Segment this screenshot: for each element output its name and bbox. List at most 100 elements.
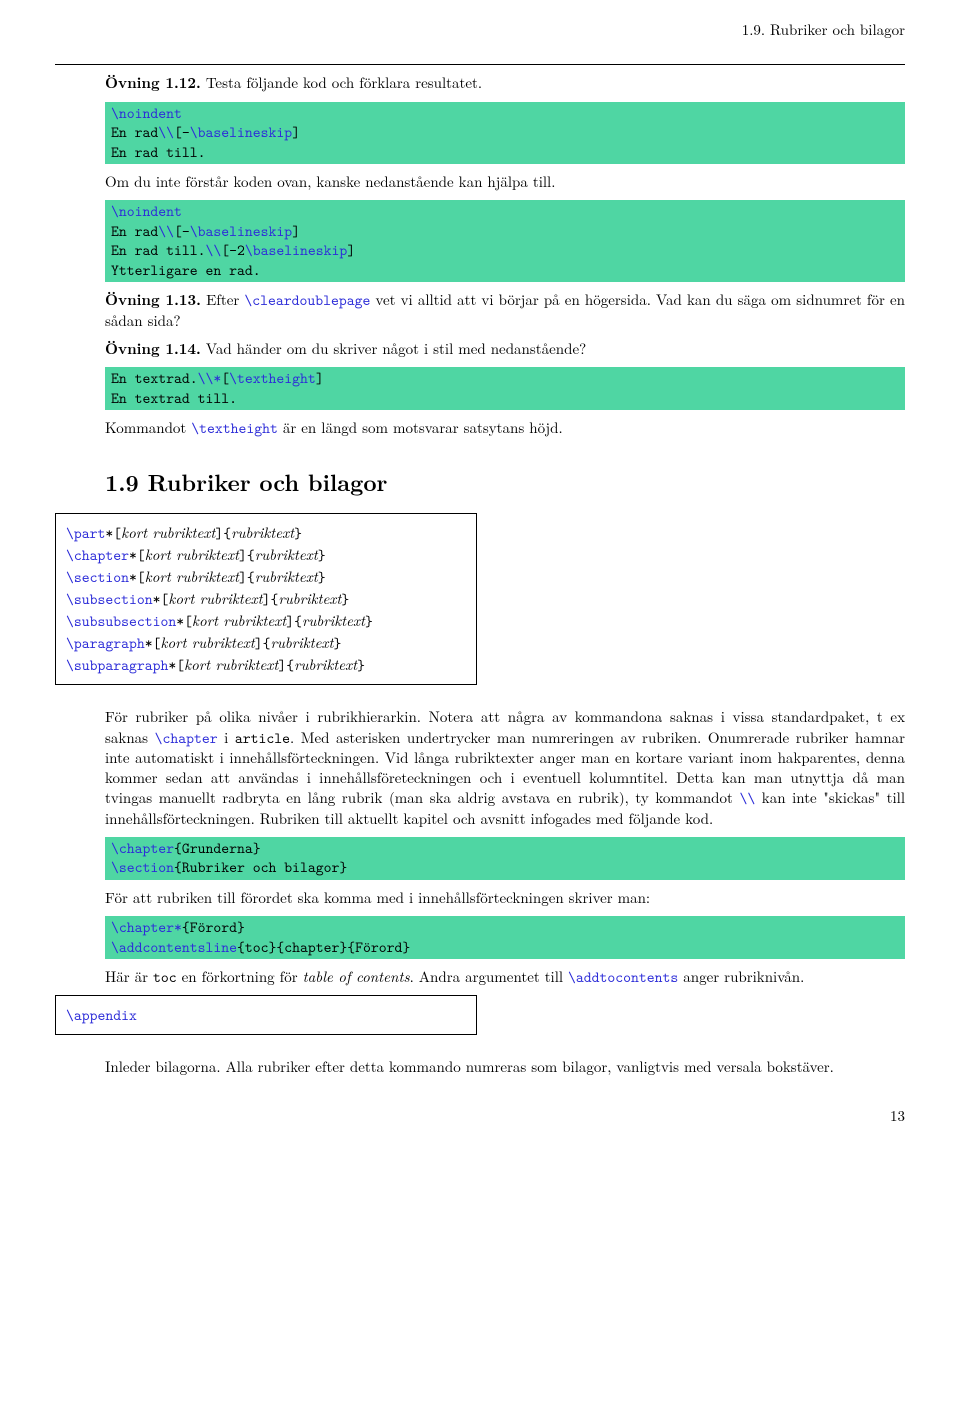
italic: table of contents	[303, 966, 410, 987]
text: Här är	[105, 966, 153, 987]
code-block-5: \chapter*{Förord} \addcontentsline{toc}{…	[105, 916, 905, 959]
cmd: \textheight	[191, 418, 278, 438]
star: *	[153, 589, 161, 609]
bracket: [	[176, 655, 184, 675]
star: *	[129, 567, 137, 587]
cmd: \baselineskip	[190, 221, 292, 241]
brace: }	[318, 545, 326, 565]
code-block-4: \chapter{Grunderna} \section{Rubriker oc…	[105, 837, 905, 880]
text: en förkortning för	[177, 966, 303, 987]
bracket: ]	[239, 545, 247, 565]
opt-arg: kort rubriktext	[145, 544, 239, 565]
tt: article	[235, 728, 290, 748]
exercise-1-13: Övning 1.13. Efter \cleardoublepage vet …	[105, 290, 905, 331]
opt-arg: kort rubriktext	[145, 566, 239, 587]
arg: rubriktext	[302, 610, 365, 631]
code-text: ]	[292, 122, 300, 142]
cmd: \\	[206, 240, 222, 260]
cmd: \\	[158, 221, 174, 241]
cmd: \textheight	[229, 368, 316, 388]
cmd: \chapter	[111, 838, 174, 858]
bracket: ]	[255, 633, 263, 653]
star: *	[176, 611, 184, 631]
cmd: \noindent	[111, 201, 182, 221]
paragraph: För rubriker på olika nivåer i rubrikhie…	[105, 707, 905, 829]
code-text: Ytterligare en rad.	[111, 260, 261, 280]
paragraph: Här är toc en förkortning för table of c…	[105, 967, 905, 987]
syntax-row: \subsubsection*[kort rubriktext]{rubrikt…	[66, 610, 466, 632]
paragraph: Inleder bilagorna. Alla rubriker efter d…	[105, 1057, 905, 1077]
code-block-2: \noindent En rad\\[-\baselineskip] En ra…	[105, 200, 905, 282]
exercise-label: Övning 1.14.	[105, 338, 201, 359]
opt-arg: kort rubriktext	[168, 588, 262, 609]
brace: {	[247, 567, 255, 587]
text: anger rubriknivån.	[678, 966, 804, 987]
syntax-row: \chapter*[kort rubriktext]{rubriktext}	[66, 544, 466, 566]
cmd: \addtocontents	[568, 967, 678, 987]
cmd: \addcontentsline	[111, 937, 237, 957]
code-text: ]	[347, 240, 355, 260]
code-text: [-	[174, 122, 190, 142]
exercise-label: Övning 1.13.	[105, 289, 201, 310]
arg: rubriktext	[231, 522, 294, 543]
brace: {	[263, 633, 271, 653]
syntax-row: \part*[kort rubriktext]{rubriktext}	[66, 522, 466, 544]
arg: rubriktext	[294, 654, 357, 675]
bracket: [	[137, 545, 145, 565]
exercise-label: Övning 1.12.	[105, 72, 201, 93]
syntax-row: \section*[kort rubriktext]{rubriktext}	[66, 566, 466, 588]
tt: toc	[153, 967, 177, 987]
code-block-1: \noindent En rad\\[-\baselineskip] En ra…	[105, 102, 905, 165]
paragraph: Om du inte förstår koden ovan, kanske ne…	[105, 172, 905, 192]
arg: rubriktext	[278, 588, 341, 609]
arg: rubriktext	[255, 544, 318, 565]
code-text: {Förord}	[182, 917, 245, 937]
code-text: En textrad.	[111, 368, 198, 388]
text: Efter	[201, 289, 244, 310]
cmd: \subsubsection	[66, 611, 176, 631]
cmd: \subsection	[66, 589, 153, 609]
bracket: ]	[263, 589, 271, 609]
brace: {	[286, 655, 294, 675]
code-text: En rad till.	[111, 142, 206, 162]
bracket: ]	[239, 567, 247, 587]
code-text: {Rubriker och bilagor}	[174, 857, 347, 877]
text: i	[218, 727, 235, 748]
brace: }	[333, 633, 341, 653]
header-rule	[55, 64, 905, 65]
syntax-row: \subparagraph*[kort rubriktext]{rubrikte…	[66, 654, 466, 676]
code-text: {toc}{chapter}{Förord}	[237, 937, 410, 957]
brace: }	[341, 589, 349, 609]
bracket: [	[137, 567, 145, 587]
syntax-box-sectioning: \part*[kort rubriktext]{rubriktext}\chap…	[55, 513, 477, 685]
cmd: \part	[66, 523, 105, 543]
brace: {	[223, 523, 231, 543]
code-text: ]	[292, 221, 300, 241]
code-text: [	[221, 368, 229, 388]
code-text: ]	[316, 368, 324, 388]
paragraph: För att rubriken till förordet ska komma…	[105, 888, 905, 908]
brace: }	[294, 523, 302, 543]
opt-arg: kort rubriktext	[192, 610, 286, 631]
exercise-1-12: Övning 1.12. Testa följande kod och förk…	[105, 73, 905, 93]
syntax-row: \subsection*[kort rubriktext]{rubriktext…	[66, 588, 466, 610]
exercise-text: Vad händer om du skriver något i stil me…	[201, 338, 586, 359]
cmd: \paragraph	[66, 633, 145, 653]
bracket: [	[184, 611, 192, 631]
arg: rubriktext	[271, 632, 334, 653]
code-text: En rad	[111, 221, 158, 241]
brace: {	[247, 545, 255, 565]
opt-arg: kort rubriktext	[161, 632, 255, 653]
cmd: \section	[66, 567, 129, 587]
brace: }	[357, 655, 365, 675]
cmd: \\	[158, 122, 174, 142]
arg: rubriktext	[255, 566, 318, 587]
cmd: \cleardoublepage	[244, 290, 370, 310]
code-text: En textrad till.	[111, 388, 237, 408]
cmd: \section	[111, 857, 174, 877]
cmd: \baselineskip	[190, 122, 292, 142]
code-text: [-	[174, 221, 190, 241]
brace: }	[365, 611, 373, 631]
text: Kommandot	[105, 417, 191, 438]
bracket: [	[113, 523, 121, 543]
